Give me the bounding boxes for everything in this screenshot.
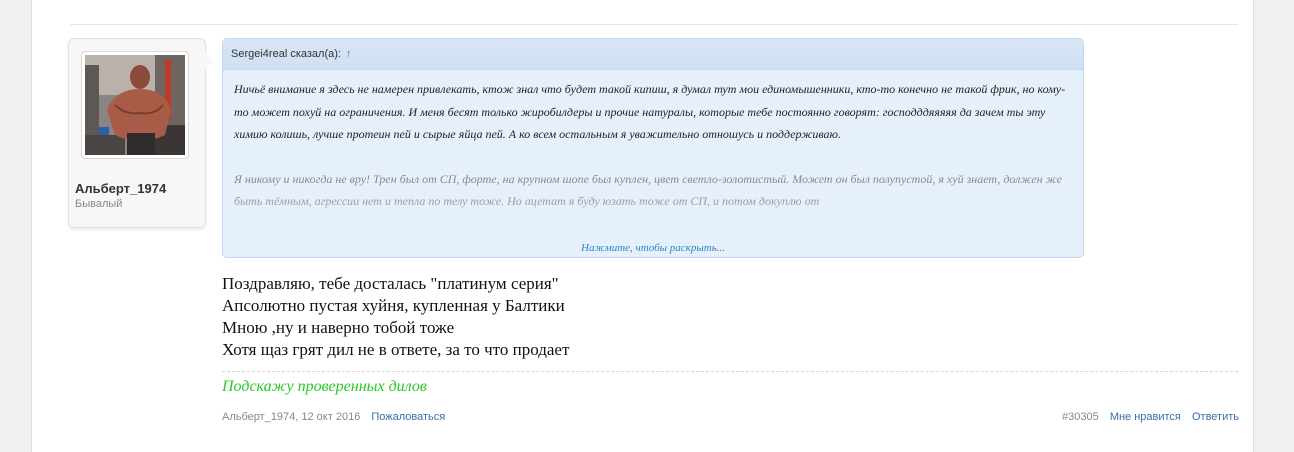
avatar-frame[interactable] [81,51,189,159]
quote-jump-up-icon[interactable]: ↑ [346,48,352,60]
quote-block: Sergei4real сказал(а): ↑ Ничьё внимание … [222,38,1084,258]
reply-link[interactable]: Ответить [1192,411,1239,423]
user-info-panel: Альберт_1974 Бывалый [68,38,213,228]
signature-divider [222,371,1238,372]
message-line: Хотя щаз грят дил не в ответе, за то что… [222,340,570,359]
post-number[interactable]: #30305 [1062,411,1099,423]
post-container: Альберт_1974 Бывалый Sergei4real сказал(… [31,0,1254,452]
message-text: Поздравляю, тебе досталась "платинум сер… [222,273,569,361]
user-title: Бывалый [75,198,123,210]
report-link[interactable]: Пожаловаться [371,411,445,423]
message-line: Поздравляю, тебе досталась "платинум сер… [222,274,559,293]
quote-author: Sergei4real сказал(а): [231,48,341,60]
quote-body: Ничьё внимание я здесь не намерен привле… [223,70,1083,213]
quote-expand-link[interactable]: Нажмите, чтобы раскрыть... [223,242,1083,254]
signature: Подскажу проверенных дилов [222,378,427,395]
message-line: Мною ,ну и наверно тобой тоже [222,318,455,337]
user-info-arrow [205,53,213,69]
post-footer-right: #30305 Мне нравится Ответить [1062,411,1239,423]
message-line: Апсолютно пустая хуйня, купленная у Балт… [222,296,565,315]
username[interactable]: Альберт_1974 [75,181,166,196]
quote-paragraph: Ничьё внимание я здесь не намерен привле… [234,82,1066,141]
avatar-image [85,55,185,155]
post-author-date[interactable]: Альберт_1974, 12 окт 2016 [222,411,360,423]
avatar[interactable] [85,55,185,155]
quote-header: Sergei4real сказал(а): ↑ [223,39,1083,70]
post-footer-left: Альберт_1974, 12 окт 2016 Пожаловаться [222,411,445,423]
like-link[interactable]: Мне нравится [1110,411,1181,423]
top-divider [70,24,1238,25]
